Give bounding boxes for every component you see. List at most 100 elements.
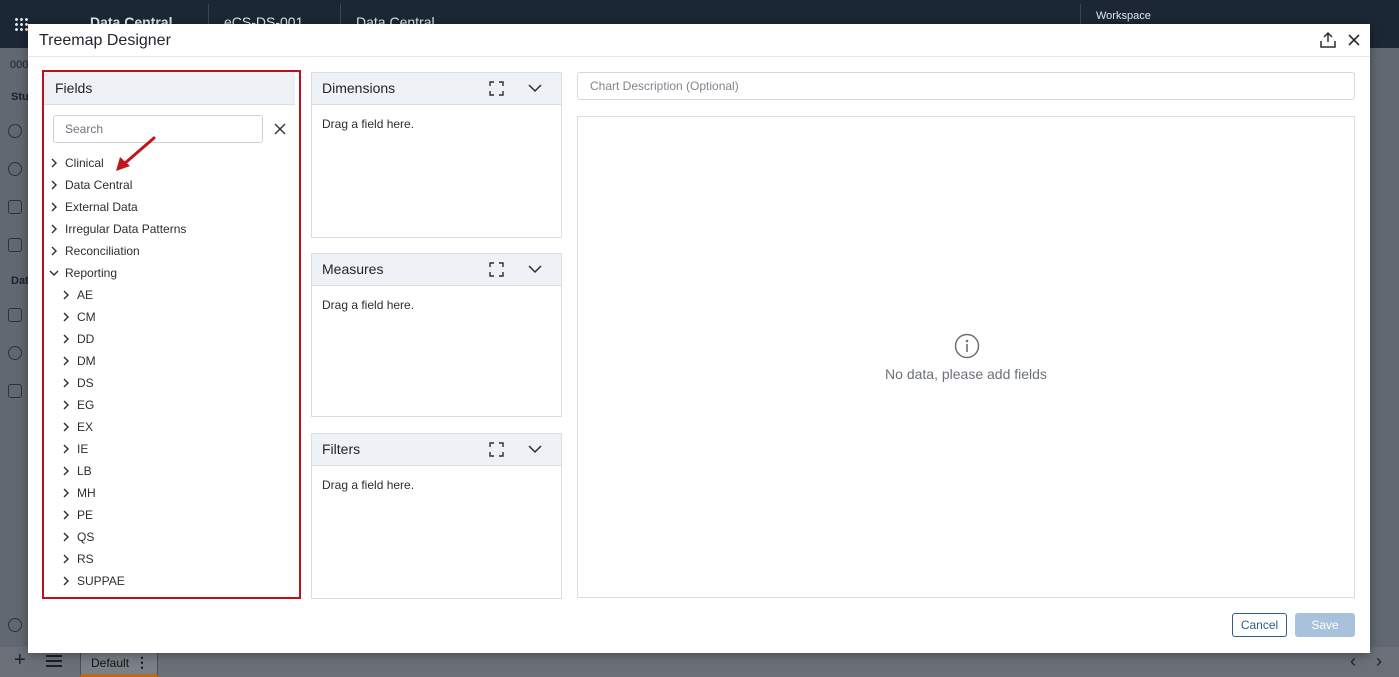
tree-item-label: MH (77, 486, 96, 500)
chevron-right-icon[interactable] (49, 180, 59, 190)
chevron-right-icon[interactable] (49, 224, 59, 234)
measures-title: Measures (322, 261, 384, 277)
tree-item-label: Clinical (65, 156, 104, 170)
dialog-title: Treemap Designer (39, 32, 171, 49)
fields-title: Fields (55, 80, 93, 96)
app-right-sidebar (1370, 48, 1399, 647)
dimensions-title: Dimensions (322, 80, 396, 96)
chevron-right-icon[interactable] (49, 202, 59, 212)
tree-item[interactable]: EX (61, 418, 93, 436)
tree-item[interactable]: CM (61, 308, 96, 326)
chart-description-input[interactable] (590, 74, 1330, 98)
search-icon[interactable] (8, 162, 22, 176)
kebab-icon[interactable]: ⋮ (135, 654, 149, 671)
clear-search-icon[interactable] (274, 123, 286, 135)
tree-item[interactable]: DD (61, 330, 94, 348)
chevron-down-icon[interactable] (528, 264, 542, 274)
fields-panel: Fields Clinical Data Central External Data… (42, 70, 301, 599)
sidebar-label: Dat (11, 275, 29, 287)
filters-title: Filters (322, 441, 361, 457)
tree-item[interactable]: LB (61, 462, 92, 480)
expand-icon[interactable] (489, 442, 504, 457)
tree-item-label: RS (77, 552, 94, 566)
tree-item[interactable]: IE (61, 440, 88, 458)
measures-header: Measures (312, 254, 561, 286)
chevron-right-icon[interactable] (61, 532, 71, 542)
add-tab-icon[interactable]: + (14, 649, 26, 672)
chevron-right-icon[interactable] (61, 400, 71, 410)
annotation-arrow-icon (116, 136, 156, 171)
tree-item-label: AE (77, 288, 94, 302)
empty-state-message: No data, please add fields (885, 366, 1047, 382)
tree-item-label: DS (77, 376, 94, 390)
close-icon[interactable] (1346, 32, 1362, 48)
app-grid-icon[interactable] (14, 17, 28, 31)
tree-item-label: EX (77, 420, 94, 434)
tree-item[interactable]: Irregular Data Patterns (49, 220, 186, 238)
tree-item[interactable]: External Data (49, 198, 138, 216)
measures-drop-hint: Drag a field here. (322, 298, 415, 312)
measures-panel[interactable]: Measures Drag a field here. (311, 253, 562, 417)
tree-item[interactable]: DS (61, 374, 94, 392)
tree-item[interactable]: Clinical (49, 154, 104, 172)
chevron-right-icon[interactable] (49, 246, 59, 256)
chevron-left-icon[interactable]: ‹ (1350, 651, 1356, 672)
chevron-right-icon[interactable]: › (1376, 651, 1382, 672)
chevron-down-icon[interactable] (528, 83, 542, 93)
chevron-right-icon[interactable] (49, 158, 59, 168)
dimensions-panel[interactable]: Dimensions Drag a field here. (311, 72, 562, 238)
users-icon[interactable] (8, 124, 22, 138)
chevron-right-icon[interactable] (61, 488, 71, 498)
chevron-right-icon[interactable] (61, 290, 71, 300)
tab-default[interactable]: Default ⋮ (80, 651, 158, 677)
chevron-right-icon[interactable] (61, 554, 71, 564)
tree-item[interactable]: Reconciliation (49, 242, 140, 260)
filters-header: Filters (312, 434, 561, 466)
tab-menu-icon[interactable] (46, 655, 62, 667)
tree-item[interactable]: AE (61, 286, 93, 304)
tree-item[interactable]: SUPPAE (61, 572, 125, 590)
transfer-icon[interactable] (8, 308, 22, 322)
tree-item[interactable]: EG (61, 396, 94, 414)
tree-item-label: PE (77, 508, 94, 522)
tag-icon[interactable] (8, 200, 22, 214)
tree-item[interactable]: Reporting (49, 264, 117, 282)
upload-icon[interactable] (1319, 31, 1337, 49)
tree-item-label: DD (77, 332, 95, 346)
workspace-dropdown[interactable]: Workspace (1096, 10, 1151, 22)
save-button[interactable]: Save (1295, 613, 1355, 637)
tree-item[interactable]: Data Central (49, 176, 132, 194)
tree-item-label: External Data (65, 200, 138, 214)
chevron-down-icon[interactable] (528, 444, 542, 454)
chevron-right-icon[interactable] (61, 444, 71, 454)
chevron-right-icon[interactable] (61, 510, 71, 520)
database-icon[interactable] (8, 618, 22, 632)
filters-panel[interactable]: Filters Drag a field here. (311, 433, 562, 599)
expand-icon[interactable] (489, 262, 504, 277)
chevron-down-icon[interactable] (49, 268, 59, 278)
expand-icon[interactable] (489, 81, 504, 96)
target-icon[interactable] (8, 346, 22, 360)
tree-item-label: DM (77, 354, 96, 368)
search-box (53, 115, 263, 143)
chevron-right-icon[interactable] (61, 356, 71, 366)
sidebar-label: 000 (10, 59, 29, 71)
tree-item[interactable]: PE (61, 506, 93, 524)
tree-item[interactable]: QS (61, 528, 94, 546)
chevron-right-icon[interactable] (61, 466, 71, 476)
chevron-right-icon[interactable] (61, 334, 71, 344)
chevron-right-icon[interactable] (61, 312, 71, 322)
tree-item[interactable]: RS (61, 550, 94, 568)
cancel-button[interactable]: Cancel (1232, 613, 1287, 637)
tree-item[interactable]: DM (61, 352, 96, 370)
sidebar-label: Stu (11, 91, 29, 103)
tree-item-label: LB (77, 464, 92, 478)
bar-chart-icon[interactable] (8, 384, 22, 398)
chevron-right-icon[interactable] (61, 422, 71, 432)
chevron-right-icon[interactable] (61, 378, 71, 388)
clipboard-icon[interactable] (8, 238, 22, 252)
chevron-right-icon[interactable] (61, 576, 71, 586)
tree-item[interactable]: MH (61, 484, 96, 502)
tree-item-label: Irregular Data Patterns (65, 222, 187, 236)
dimensions-header: Dimensions (312, 73, 561, 105)
